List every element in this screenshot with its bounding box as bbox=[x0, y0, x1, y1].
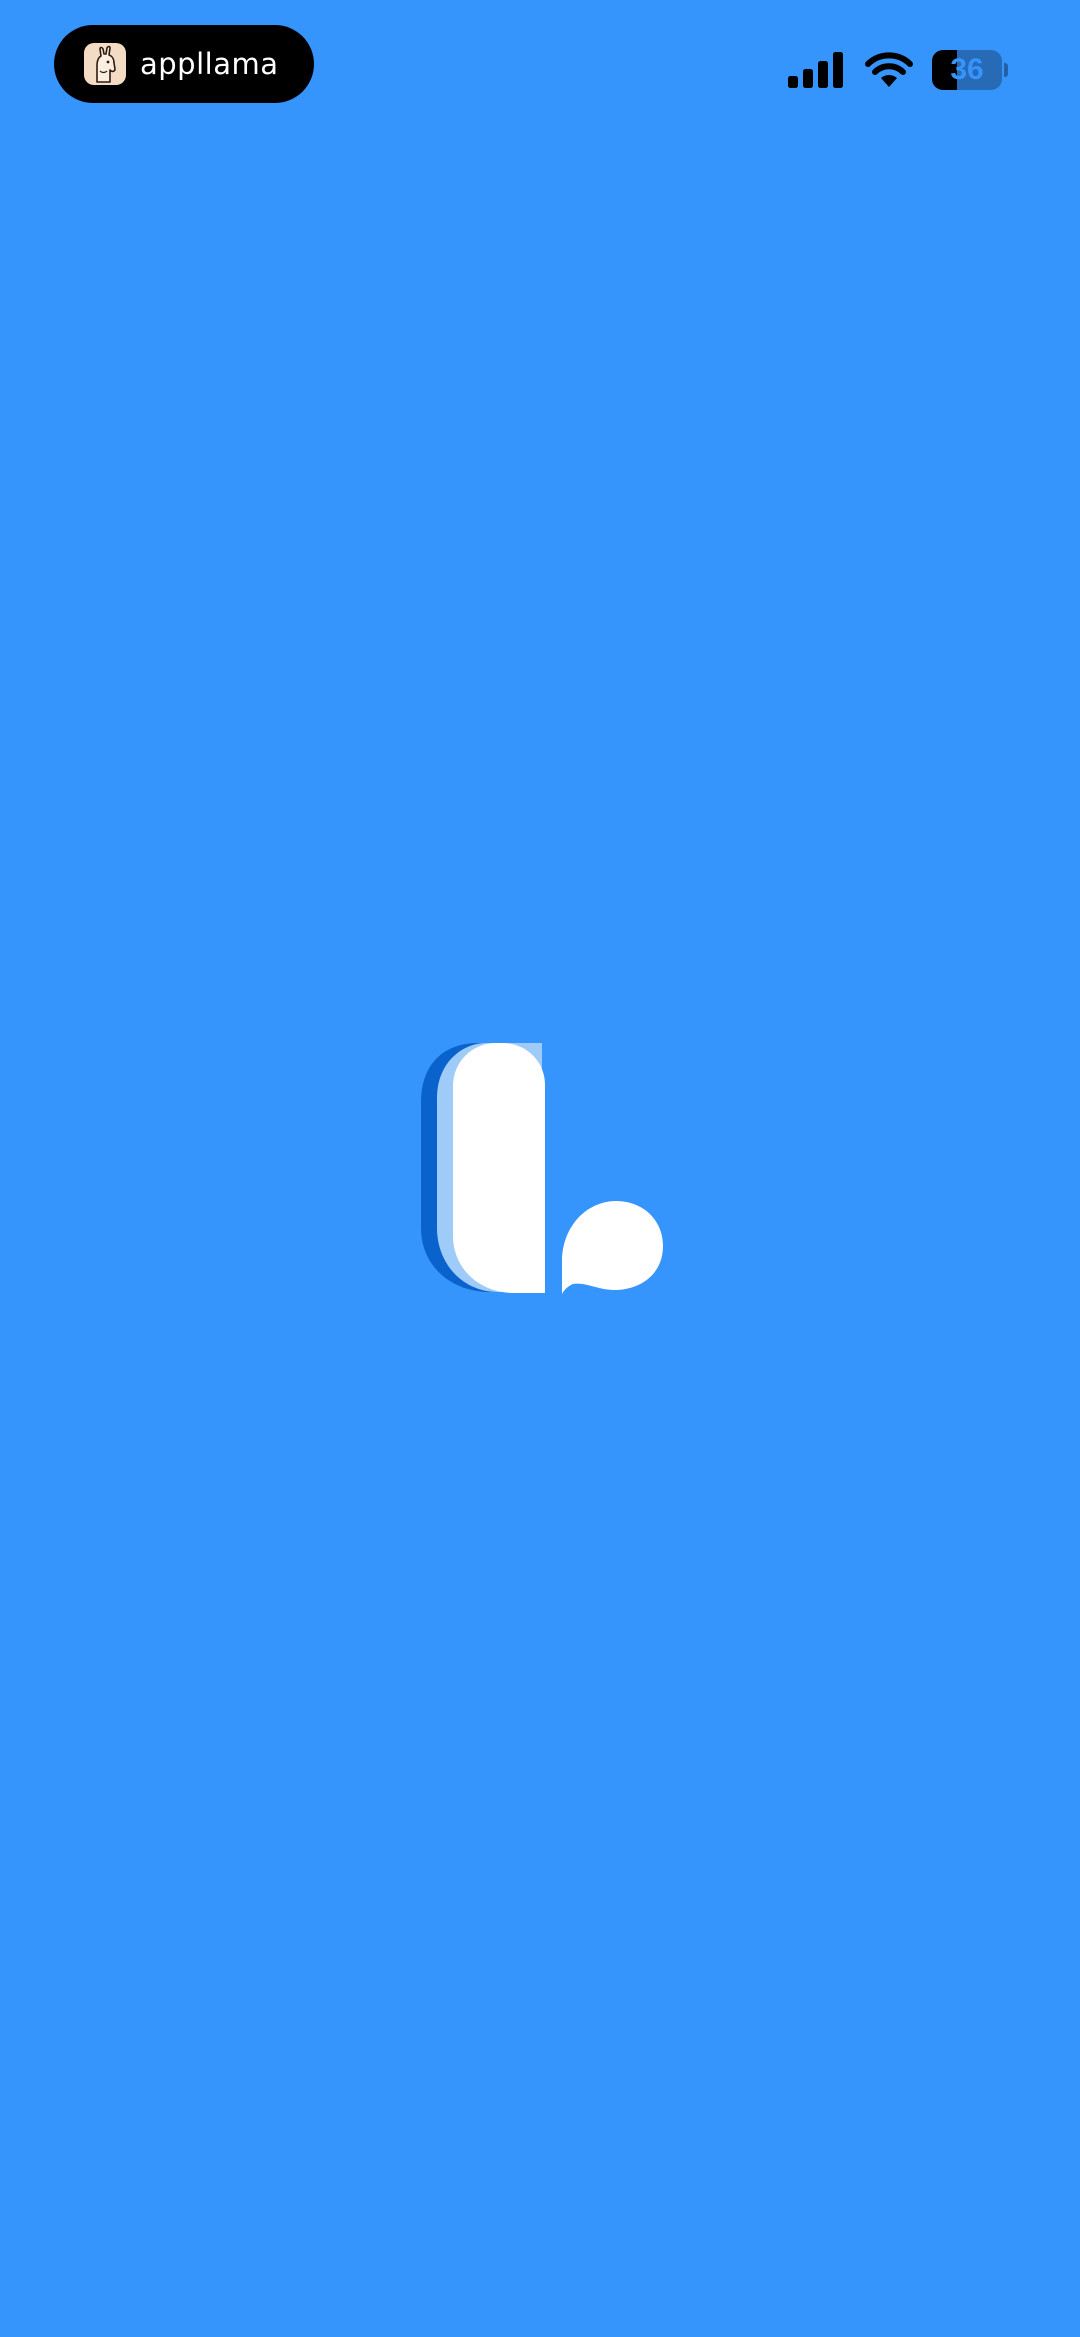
logo-speech-bubble bbox=[562, 1201, 663, 1294]
status-bar: appllama 36 bbox=[0, 0, 1080, 140]
app-logo-icon bbox=[421, 1043, 663, 1294]
battery-body: 36 bbox=[932, 50, 1002, 90]
battery-percent: 36 bbox=[950, 53, 984, 86]
llama-icon bbox=[84, 43, 126, 85]
status-icons: 36 bbox=[788, 48, 1008, 92]
brand-pill: appllama bbox=[54, 25, 314, 103]
logo-front-stem bbox=[453, 1043, 545, 1293]
wifi-icon bbox=[865, 52, 913, 87]
brand-name: appllama bbox=[140, 47, 279, 81]
cellular-signal-icon bbox=[788, 52, 843, 88]
splash-screen: appllama 36 bbox=[0, 0, 1080, 2337]
battery-indicator: 36 bbox=[932, 50, 1008, 90]
battery-cap bbox=[1004, 63, 1008, 77]
